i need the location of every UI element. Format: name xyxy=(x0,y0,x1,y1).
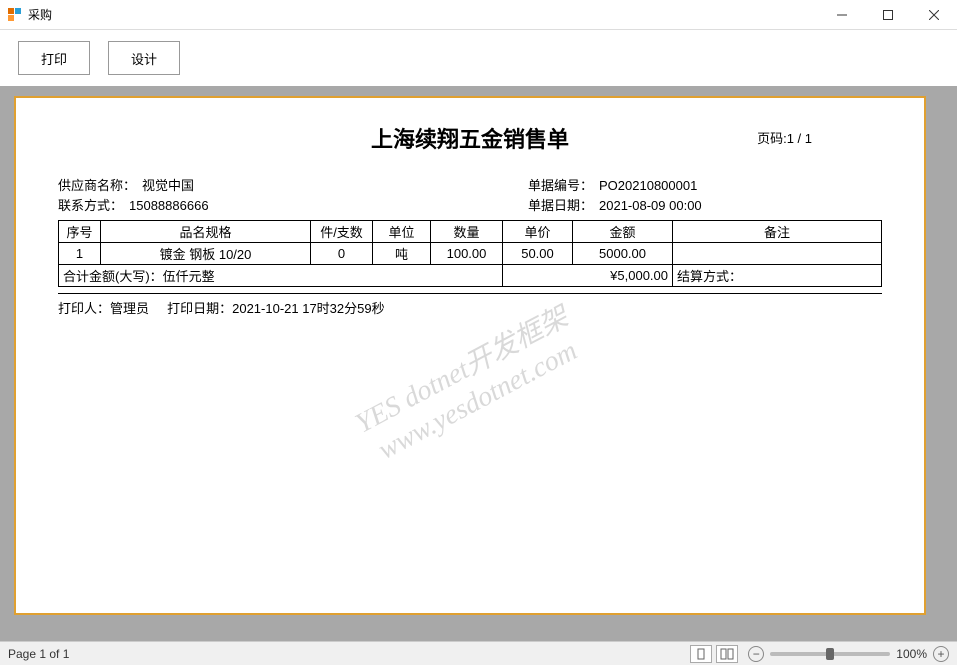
view-mode-single-button[interactable] xyxy=(690,645,712,663)
preview-area[interactable]: YES dotnet开发框架 www.yesdotnet.com 上海续翔五金销… xyxy=(0,86,957,641)
col-unit: 单位 xyxy=(373,221,431,243)
col-remark: 备注 xyxy=(673,221,882,243)
cell-qty: 100.00 xyxy=(431,243,503,265)
report-page: YES dotnet开发框架 www.yesdotnet.com 上海续翔五金销… xyxy=(14,96,926,615)
contact-value: 15088886666 xyxy=(129,198,209,213)
supplier-label: 供应商名称： xyxy=(58,178,136,193)
watermark: YES dotnet开发框架 www.yesdotnet.com xyxy=(350,301,590,472)
total-label-cell: 合计金额(大写)：伍仟元整 xyxy=(59,265,503,287)
cell-remark xyxy=(673,243,882,265)
items-table: 序号 品名规格 件/支数 单位 数量 单价 金额 备注 1 镀金 钢板 10/2… xyxy=(58,220,882,287)
order-date-value: 2021-08-09 00:00 xyxy=(599,198,702,213)
zoom-controls: − 100% + xyxy=(748,646,949,662)
close-button[interactable] xyxy=(911,0,957,29)
col-qty: 数量 xyxy=(431,221,503,243)
cell-unit: 吨 xyxy=(373,243,431,265)
minimize-button[interactable] xyxy=(819,0,865,29)
page-number: 页码:1 / 1 xyxy=(757,128,812,147)
total-row: 合计金额(大写)：伍仟元整 ¥5,000.00 结算方式： xyxy=(59,265,882,287)
supplier-value: 视觉中国 xyxy=(142,178,194,193)
design-button[interactable]: 设计 xyxy=(108,41,180,75)
page-indicator: Page 1 of 1 xyxy=(8,647,69,661)
toolbar: 打印 设计 xyxy=(0,30,957,86)
zoom-out-button[interactable]: − xyxy=(748,646,764,662)
col-name: 品名规格 xyxy=(101,221,311,243)
col-amount: 金额 xyxy=(573,221,673,243)
print-footer: 打印人：管理员 打印日期：2021-10-21 17时32分59秒 xyxy=(58,298,882,317)
cell-name: 镀金 钢板 10/20 xyxy=(101,243,311,265)
col-seq: 序号 xyxy=(59,221,101,243)
order-no-label: 单据编号： xyxy=(528,178,593,193)
cell-amount: 5000.00 xyxy=(573,243,673,265)
cell-price: 50.00 xyxy=(503,243,573,265)
settle-cell: 结算方式： xyxy=(673,265,882,287)
col-price: 单价 xyxy=(503,221,573,243)
table-row: 1 镀金 钢板 10/20 0 吨 100.00 50.00 5000.00 xyxy=(59,243,882,265)
view-mode-multi-button[interactable] xyxy=(716,645,738,663)
cell-pcs: 0 xyxy=(311,243,373,265)
cell-seq: 1 xyxy=(59,243,101,265)
maximize-button[interactable] xyxy=(865,0,911,29)
statusbar: Page 1 of 1 − 100% + xyxy=(0,641,957,665)
col-pcs: 件/支数 xyxy=(311,221,373,243)
window-controls xyxy=(819,0,957,29)
contact-label: 联系方式： xyxy=(58,198,123,213)
total-amount-cell: ¥5,000.00 xyxy=(503,265,673,287)
order-date-label: 单据日期： xyxy=(528,198,593,213)
zoom-in-button[interactable]: + xyxy=(933,646,949,662)
zoom-slider[interactable] xyxy=(770,652,890,656)
window-title: 采购 xyxy=(28,6,52,23)
titlebar: 采购 xyxy=(0,0,957,30)
print-button[interactable]: 打印 xyxy=(18,41,90,75)
table-header-row: 序号 品名规格 件/支数 单位 数量 单价 金额 备注 xyxy=(59,221,882,243)
zoom-value: 100% xyxy=(896,647,927,661)
divider xyxy=(58,293,882,294)
app-icon xyxy=(8,8,22,22)
order-no-value: PO20210800001 xyxy=(599,178,697,193)
header-info: 供应商名称： 视觉中国 单据编号： PO20210800001 联系方式： 15088… xyxy=(58,176,882,216)
